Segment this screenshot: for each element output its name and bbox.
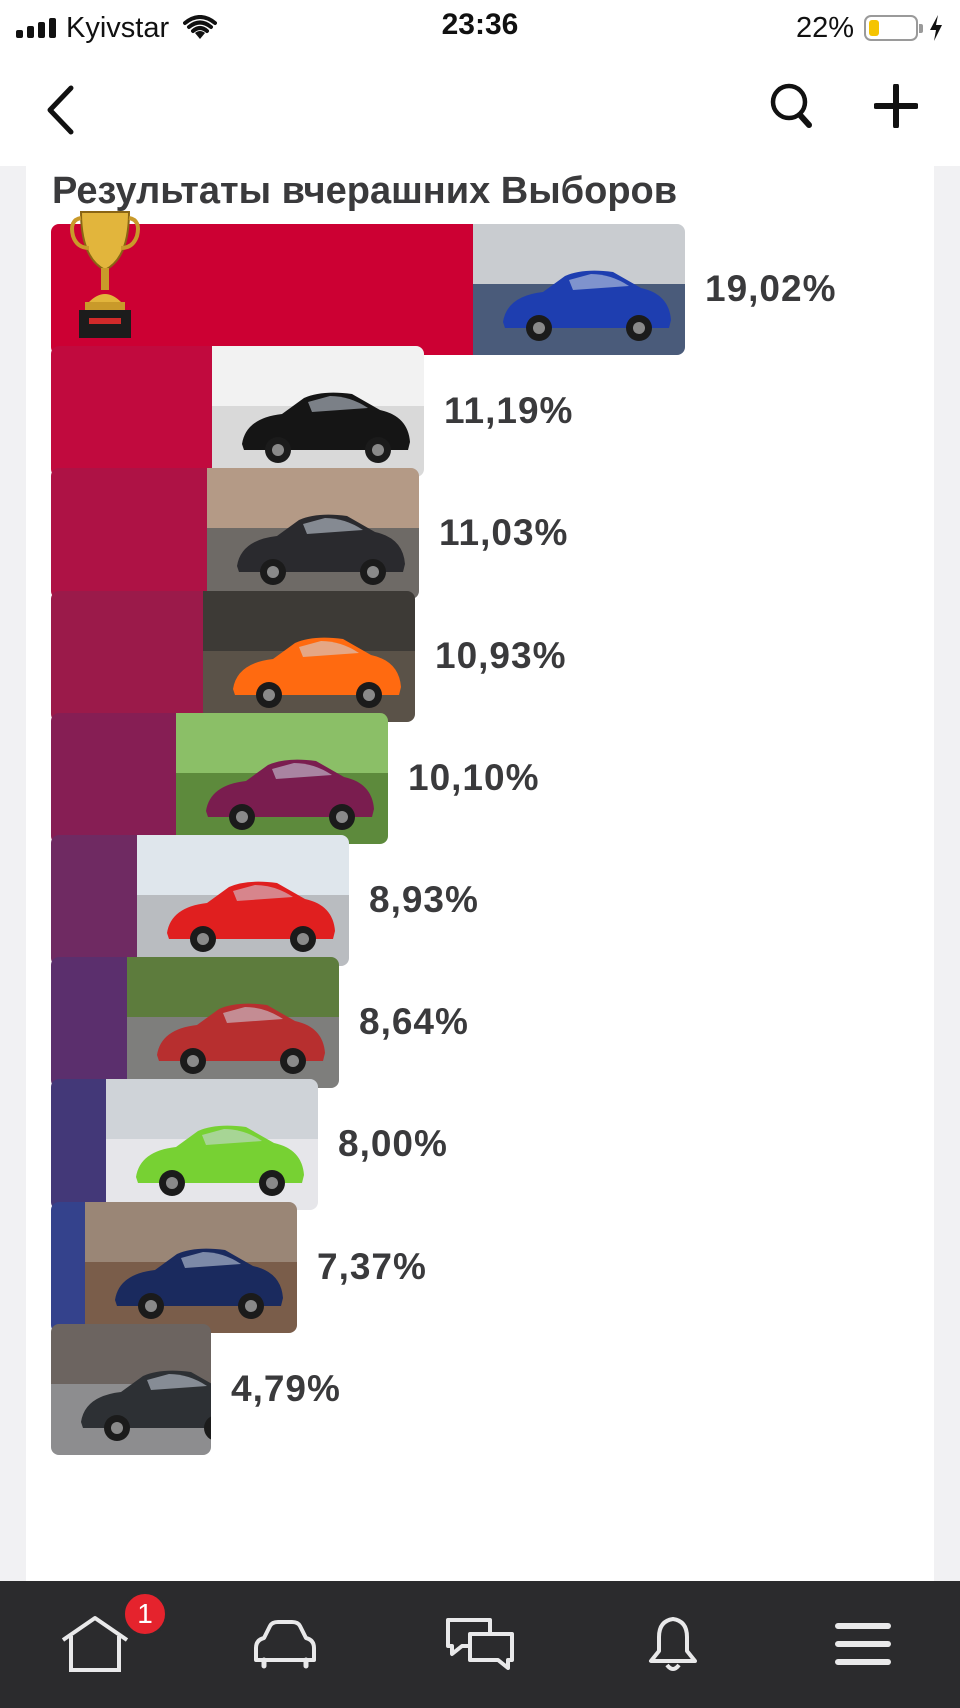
tab-messages[interactable]	[425, 1599, 535, 1689]
result-bar[interactable]	[51, 468, 419, 599]
result-percentage: 10,93%	[435, 635, 567, 676]
home-icon	[61, 1616, 129, 1672]
result-percentage: 10,10%	[408, 757, 540, 798]
car-photo	[137, 835, 349, 966]
search-icon	[770, 83, 812, 128]
result-row: 7,37%	[51, 1202, 497, 1333]
result-bar-fill	[51, 1202, 85, 1333]
car-icon	[254, 1620, 316, 1669]
car-photo	[207, 468, 419, 599]
trophy-icon	[70, 211, 140, 338]
result-percentage: 4,79%	[231, 1368, 341, 1409]
car-photo	[85, 1202, 297, 1333]
result-percentage: 8,93%	[369, 879, 479, 920]
result-bar[interactable]	[51, 713, 388, 844]
tab-garage[interactable]	[230, 1599, 340, 1689]
battery-percent: 22%	[795, 11, 854, 44]
result-percentage: 19,02%	[705, 268, 837, 309]
result-bar[interactable]	[51, 1202, 297, 1333]
home-badge: 1	[122, 1591, 168, 1637]
tab-notifications[interactable]	[618, 1599, 728, 1689]
car-photo	[203, 591, 415, 722]
bell-icon	[649, 1617, 697, 1671]
result-bar-fill	[51, 713, 176, 844]
result-bar-fill	[51, 346, 212, 477]
result-bar[interactable]	[51, 957, 339, 1088]
result-row: 8,00%	[51, 1079, 518, 1210]
result-bar-fill	[51, 1079, 106, 1210]
result-percentage: 8,00%	[338, 1123, 448, 1164]
result-row: 11,19%	[51, 346, 624, 477]
result-row: 11,03%	[51, 468, 619, 599]
result-bar[interactable]	[51, 1079, 318, 1210]
car-photo	[51, 1324, 211, 1455]
menu-icon	[835, 1623, 891, 1665]
result-bar[interactable]	[51, 1324, 211, 1455]
poll-results-chart: 19,02% 11,19% 11,03% 10,93% 10,10% 8,93% 8,64%…	[26, 166, 934, 1581]
tab-menu[interactable]	[808, 1599, 918, 1689]
status-bar: Kyivstar 23:36 22%	[0, 0, 960, 56]
result-row: 8,93%	[51, 835, 549, 966]
result-row: 4,79%	[51, 1324, 411, 1455]
result-row: 19,02%	[51, 211, 885, 355]
car-photo	[176, 713, 388, 844]
car-photo	[127, 957, 339, 1088]
result-bar[interactable]	[51, 224, 685, 355]
car-photo	[473, 224, 685, 355]
battery-icon	[864, 15, 923, 41]
result-row: 10,93%	[51, 591, 615, 722]
result-row: 8,64%	[51, 957, 539, 1088]
result-percentage: 11,19%	[444, 390, 574, 431]
nav-bar	[0, 56, 960, 166]
back-button[interactable]	[30, 78, 90, 142]
car-photo	[106, 1079, 318, 1210]
tab-home[interactable]: 1	[40, 1591, 168, 1689]
status-right: 22%	[796, 10, 944, 46]
result-percentage: 8,64%	[359, 1001, 469, 1042]
add-button[interactable]	[866, 74, 926, 138]
result-row: 10,10%	[51, 713, 588, 844]
result-bar[interactable]	[51, 591, 415, 722]
charging-icon	[930, 15, 942, 41]
search-button[interactable]	[762, 74, 822, 138]
result-bar-fill	[51, 957, 127, 1088]
back-chevron-icon	[47, 85, 74, 135]
chat-icon	[446, 1618, 514, 1670]
result-bar[interactable]	[51, 835, 349, 966]
poll-results-card: Результаты вчерашних Выборов 19,02% 11,19…	[26, 166, 934, 1581]
result-bar-fill	[51, 591, 203, 722]
plus-icon	[874, 84, 918, 128]
tab-bar: 1	[0, 1581, 960, 1708]
result-percentage: 11,03%	[439, 512, 569, 553]
battery-fill	[869, 20, 879, 36]
result-percentage: 7,37%	[317, 1246, 427, 1287]
result-bar[interactable]	[51, 346, 424, 477]
result-bar-fill	[51, 835, 137, 966]
car-photo	[212, 346, 424, 477]
result-bar-fill	[51, 468, 207, 599]
